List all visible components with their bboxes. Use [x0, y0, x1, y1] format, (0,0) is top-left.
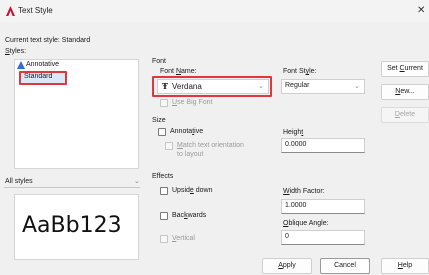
effects-group-label: Effects [152, 173, 174, 180]
preview-sample: AaBb123 [22, 213, 122, 238]
filter-chevron-icon[interactable]: ⌄ [134, 177, 140, 185]
width-factor-input[interactable]: 1.0000 [281, 199, 365, 214]
match-orientation-label-1: Match text orientation [177, 142, 244, 149]
oblique-angle-label: Oblique Angle: [283, 220, 329, 227]
styles-label-rest: tyles: [9, 48, 27, 55]
match-orientation-checkbox[interactable] [165, 142, 173, 150]
annotative-icon [17, 61, 25, 69]
cancel-button[interactable]: Cancel [320, 258, 370, 274]
backwards-label: Backwards [172, 212, 207, 219]
current-style-label: Current text style: Standard [5, 37, 91, 44]
font-name-label: Font Name: [160, 68, 197, 75]
delete-button[interactable]: Delete [381, 107, 429, 123]
window-title: Text Style [18, 6, 53, 15]
upside-down-label: Upside down [172, 187, 213, 194]
set-current-button[interactable]: Set Current [381, 61, 429, 77]
vertical-label: Vertical [172, 235, 195, 242]
highlight-font-name [152, 76, 272, 97]
backwards-checkbox[interactable] [160, 212, 168, 220]
match-orientation-label-2: to layout [177, 151, 204, 158]
font-style-select[interactable]: Regular ⌄ [281, 79, 365, 94]
height-input[interactable]: 0.0000 [281, 138, 365, 153]
filter-underline [4, 187, 140, 188]
size-group-label: Size [152, 117, 166, 124]
upside-down-checkbox[interactable] [160, 187, 168, 195]
apply-button[interactable]: Apply [262, 258, 312, 274]
autocad-app-icon [6, 6, 15, 16]
oblique-angle-input[interactable]: 0 [281, 230, 365, 245]
style-item-annotative[interactable]: Annotative [26, 61, 59, 68]
styles-label: Styles: [5, 48, 27, 55]
filter-select[interactable]: All styles [5, 178, 33, 185]
height-label: Height [283, 129, 304, 136]
new-button[interactable]: New... [381, 84, 429, 100]
help-button[interactable]: Help [381, 258, 429, 274]
vertical-checkbox[interactable] [160, 235, 168, 243]
title-bar [0, 0, 429, 22]
use-big-font-label: Use Big Font [172, 99, 213, 106]
font-style-value: Regular [285, 82, 310, 89]
width-factor-label: Width Factor: [283, 188, 325, 195]
font-style-chevron-icon: ⌄ [354, 83, 360, 90]
annotative-label: Annotative [170, 128, 204, 135]
annotative-checkbox[interactable] [158, 128, 166, 136]
highlight-standard [19, 71, 67, 85]
close-icon[interactable]: ✕ [417, 5, 425, 16]
font-style-label: Font Style: [283, 68, 317, 75]
use-big-font-checkbox[interactable] [160, 99, 168, 107]
font-group-label: Font [152, 58, 167, 65]
